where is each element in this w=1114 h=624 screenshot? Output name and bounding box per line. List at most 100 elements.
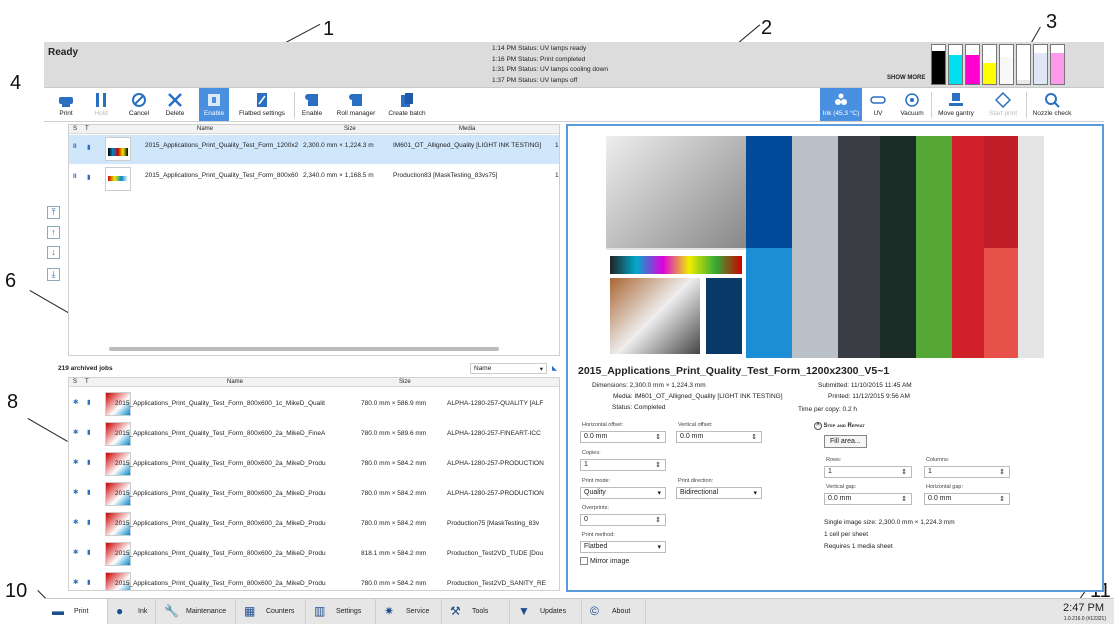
delete-button[interactable]: Delete <box>161 88 189 121</box>
flatbed-icon <box>257 93 267 107</box>
sort-direction-icon[interactable]: ◣ <box>552 364 557 372</box>
move-to-top-button[interactable]: ⤒ <box>47 206 60 219</box>
create-batch-button[interactable]: Create batch <box>386 88 428 121</box>
ink-magenta <box>965 44 980 85</box>
stepper-icon: ⇕ <box>901 469 907 476</box>
ink-button[interactable]: Ink (45.3 °C) <box>820 88 862 121</box>
start-print-icon <box>995 92 1011 108</box>
ink-levels[interactable] <box>931 44 1065 85</box>
media-sheets-required: Requires 1 media sheet <box>824 543 893 550</box>
chevron-down-icon: ▾ <box>657 544 661 551</box>
job-row[interactable]: II ▮ 2015_Applications_Print_Quality_Tes… <box>69 135 559 164</box>
sort-select[interactable]: Name ▾ <box>470 363 547 374</box>
enable-selected-button[interactable]: Enable <box>199 88 229 121</box>
uv-button[interactable]: UV <box>866 88 890 121</box>
cancel-button[interactable]: Cancel <box>125 88 153 121</box>
callout-line <box>29 290 69 314</box>
log-line: 1:14 PM Status: UV lamps ready <box>492 45 587 52</box>
move-up-button[interactable]: ↑ <box>47 226 60 239</box>
roll-enable-icon <box>305 94 318 106</box>
ink-clear <box>1016 44 1031 85</box>
tab-service[interactable]: ✷ Service <box>376 599 442 624</box>
roll-manager-button[interactable]: Roll manager <box>332 88 380 121</box>
archive-row[interactable]: ✱ ▮ 2015_Applications_Print_Quality_Test_F… <box>69 540 559 569</box>
archive-count: 219 archived jobs <box>58 365 113 372</box>
callout-8: 8 <box>7 391 19 413</box>
callout-6: 6 <box>5 270 17 292</box>
ink-light-magenta <box>1050 44 1065 85</box>
start-print-button[interactable]: Start print <box>984 88 1022 121</box>
archive-row[interactable]: ✱ ▮ 2015_Applications_Print_Quality_Test_F… <box>69 510 559 539</box>
tab-counters[interactable]: ▦ Counters <box>236 599 306 624</box>
job-title: 2015_Applications_Print_Quality_Test_For… <box>578 365 890 377</box>
pause-icon: II <box>73 143 77 150</box>
vertical-gap-field[interactable]: 0.0 mm ⇕ <box>824 493 912 505</box>
stepper-icon: ⇕ <box>901 496 907 503</box>
tab-about[interactable]: © About <box>582 599 646 624</box>
separator <box>294 92 295 118</box>
tab-ink[interactable]: ● Ink <box>108 599 156 624</box>
rows-field[interactable]: 1 ⇕ <box>824 466 912 478</box>
gear-icon: ✱ <box>73 579 79 586</box>
vertical-offset-field[interactable]: 0.0 mm ⇕ <box>676 431 762 443</box>
collapse-icon: ^ <box>814 422 822 430</box>
printer-icon <box>59 97 73 107</box>
callout-4: 4 <box>10 72 22 94</box>
document-icon: ▮ <box>87 174 91 181</box>
stepper-icon: ⇕ <box>999 469 1005 476</box>
archived-jobs-list[interactable]: S T Name Size ✱ ▮ 2015_Applications_Print_… <box>68 377 560 591</box>
batch-icon <box>401 93 413 107</box>
vacuum-button[interactable]: Vacuum <box>896 88 928 121</box>
archive-row[interactable]: ✱ ▮ 2015_Applications_Print_Quality_Test_F… <box>69 420 559 449</box>
archive-row[interactable]: ✱ ▮ 2015_Applications_Print_Quality_Test_F… <box>69 390 559 419</box>
fill-area-button[interactable]: Fill area... <box>824 435 867 448</box>
tab-print[interactable]: ▬ Print <box>44 599 108 624</box>
gear-icon: ✱ <box>73 519 79 526</box>
status-bar: Ready 1:14 PM Status: UV lamps ready 1:1… <box>44 42 1104 88</box>
columns-field[interactable]: 1 ⇕ <box>924 466 1010 478</box>
job-queue-list[interactable]: S T Name Size Media II ▮ 2015_Applicatio… <box>68 124 560 356</box>
document-icon: ▮ <box>87 489 91 496</box>
job-row[interactable]: II ▮ 2015_Applications_Print_Quality_Tes… <box>69 165 559 194</box>
callout-2: 2 <box>761 17 773 39</box>
copies-field[interactable]: 1 ⇕ <box>580 459 666 471</box>
copyright-icon: © <box>590 604 599 618</box>
archive-row[interactable]: ✱ ▮ 2015_Applications_Print_Quality_Test_F… <box>69 450 559 479</box>
horizontal-offset-field[interactable]: 0.0 mm ⇕ <box>580 431 666 443</box>
ready-status: Ready <box>48 47 79 58</box>
document-icon: ▮ <box>87 549 91 556</box>
mirror-image-checkbox[interactable]: Mirror image <box>580 557 629 565</box>
show-more-link[interactable]: SHOW MORE <box>887 75 925 81</box>
tab-maintenance[interactable]: 🔧 Maintenance <box>156 599 236 624</box>
step-repeat-toggle[interactable]: ^ Step and Repeat <box>814 422 865 430</box>
gear-icon: ✱ <box>73 429 79 436</box>
print-button[interactable]: Print <box>52 88 80 121</box>
archive-row[interactable]: ✱ ▮ 2015_Applications_Print_Quality_Test_F… <box>69 570 559 590</box>
print-method-select[interactable]: Flatbed ▾ <box>580 541 666 553</box>
job-thumbnail <box>105 137 131 161</box>
horizontal-gap-field[interactable]: 0.0 mm ⇕ <box>924 493 1010 505</box>
hold-button[interactable]: Hold <box>89 88 113 121</box>
tab-tools[interactable]: ⚒ Tools <box>442 599 510 624</box>
enable-button[interactable]: Enable <box>298 88 326 121</box>
nozzle-check-button[interactable]: Nozzle check <box>1030 88 1074 121</box>
move-down-button[interactable]: ↓ <box>47 246 60 259</box>
print-mode-select[interactable]: Quality ▾ <box>580 487 666 499</box>
move-gantry-button[interactable]: Move gantry <box>934 88 978 121</box>
cancel-icon <box>132 93 146 107</box>
document-icon: ▮ <box>87 429 91 436</box>
tab-settings[interactable]: ▥ Settings <box>306 599 376 624</box>
separator <box>1026 92 1027 118</box>
flatbed-settings-button[interactable]: Flatbed settings <box>234 88 290 121</box>
tab-updates[interactable]: ▼ Updates <box>510 599 582 624</box>
move-to-bottom-button[interactable]: ⤓ <box>47 268 60 281</box>
stepper-icon: ⇕ <box>751 434 757 441</box>
print-direction-select[interactable]: Bidirectional ▾ <box>676 487 762 499</box>
job-preview[interactable] <box>606 136 1044 358</box>
horizontal-scrollbar[interactable] <box>109 347 499 351</box>
document-icon: ▮ <box>87 519 91 526</box>
overprints-field[interactable]: 0 ⇕ <box>580 514 666 526</box>
gantry-icon <box>949 93 963 106</box>
job-list-header: S T Name Size Media <box>69 125 559 134</box>
archive-row[interactable]: ✱ ▮ 2015_Applications_Print_Quality_Test_F… <box>69 480 559 509</box>
